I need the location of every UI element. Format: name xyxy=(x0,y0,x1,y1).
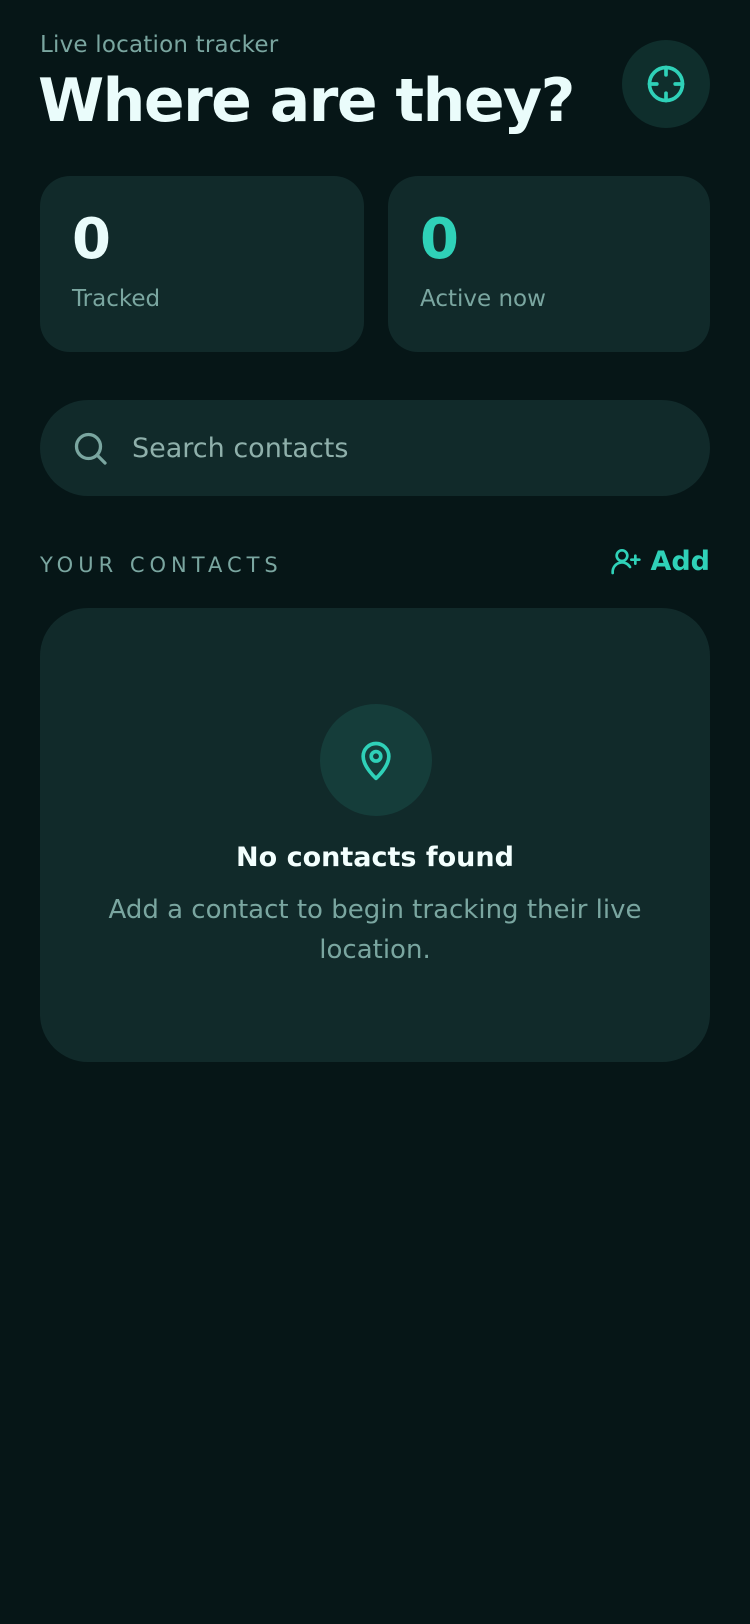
stat-value-tracked: 0 xyxy=(72,207,111,272)
empty-state-text: Add a contact to begin tracking their li… xyxy=(108,895,642,965)
app-eyebrow: Live location tracker xyxy=(40,32,279,58)
stat-value-active: 0 xyxy=(420,207,459,272)
search-icon xyxy=(74,432,107,465)
add-contact-label: Add xyxy=(650,545,710,577)
empty-state-icon-circle xyxy=(320,704,432,816)
empty-state-card: No contacts found Add a contact to begin… xyxy=(40,608,710,1062)
stat-label-tracked: Tracked xyxy=(72,286,161,312)
map-pin-icon xyxy=(361,741,391,781)
add-contact-button[interactable]: Add xyxy=(610,545,710,577)
crosshair-icon xyxy=(647,65,685,103)
search-bar[interactable] xyxy=(40,400,710,496)
page-title: Where are they? xyxy=(38,66,575,136)
contacts-section-title: YOUR CONTACTS xyxy=(40,553,283,577)
app-screen: Live location tracker Where are they? 0 … xyxy=(0,0,750,1624)
stat-card-active: 0 Active now xyxy=(388,176,710,352)
stat-card-tracked: 0 Tracked xyxy=(40,176,364,352)
stat-label-active: Active now xyxy=(420,286,546,312)
user-plus-icon xyxy=(611,549,642,575)
search-input[interactable] xyxy=(132,424,692,472)
empty-state-title: No contacts found xyxy=(236,842,514,873)
locate-button[interactable] xyxy=(622,40,710,128)
